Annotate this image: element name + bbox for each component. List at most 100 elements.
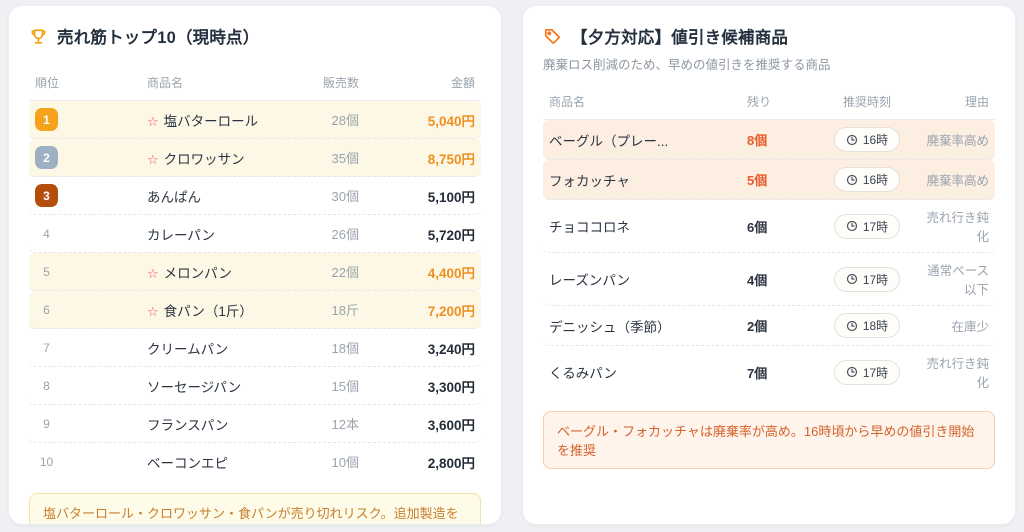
time-cell: 17時 xyxy=(811,359,923,385)
recommended-time-badge: 16時 xyxy=(833,167,901,192)
column-header-rank: 順位 xyxy=(35,76,60,90)
product-name: ☆ 塩バターロール xyxy=(147,113,259,129)
discount-row: デニッシュ（季節） 2個 18時 在庫少 xyxy=(543,306,995,346)
discount-row: チョココロネ 6個 17時 売れ行き鈍化 xyxy=(543,200,995,253)
rank-cell: 4 xyxy=(35,222,147,245)
discount-row: ベーグル（プレー... 8個 16時 廃棄率高め xyxy=(543,120,995,160)
product-name: カレーパン xyxy=(147,227,216,243)
sales-amount: 3,300円 xyxy=(427,379,475,395)
trophy-icon xyxy=(29,27,48,46)
clock-icon xyxy=(846,320,857,331)
time-cell: 17時 xyxy=(811,266,923,292)
discount-table-header: 商品名 残り 推奨時刻 理由 xyxy=(543,87,995,120)
remaining-count: 4個 xyxy=(747,272,768,288)
rank-badge: 2 xyxy=(35,146,58,169)
discount-advice-note: ベーグル・フォカッチャは廃棄率が高め。16時頃から早めの値引き開始を推奨 xyxy=(543,411,995,469)
price-tag-icon xyxy=(543,27,562,46)
remaining-count: 7個 xyxy=(747,365,768,381)
rank-cell: 9 xyxy=(35,412,147,435)
top-sellers-header: 売れ筋トップ10（現時点） xyxy=(29,24,481,48)
sales-count: 30個 xyxy=(331,189,359,204)
panel-title: 【夕方対応】値引き候補商品 xyxy=(571,29,789,47)
top-sellers-table: 1 ☆ 塩バターロール 28個 5,040円 2 ☆ クロワッサン 35個 8,75… xyxy=(29,101,481,480)
product-name: デニッシュ（季節） xyxy=(549,319,671,335)
discount-candidates-panel: 【夕方対応】値引き候補商品 廃棄ロス削減のため、早めの値引きを推奨する商品 商品… xyxy=(522,5,1016,525)
rank-cell: 5 xyxy=(35,260,147,283)
rank-cell: 3 xyxy=(35,184,147,207)
star-icon: ☆ xyxy=(147,303,159,319)
remaining-count: 6個 xyxy=(747,219,768,235)
rank-cell: 7 xyxy=(35,336,147,359)
clock-icon xyxy=(846,134,857,145)
sales-amount: 3,600円 xyxy=(427,417,475,433)
product-name: ソーセージパン xyxy=(147,379,242,395)
rank-cell: 10 xyxy=(35,450,147,473)
reason-label: 売れ行き鈍化 xyxy=(926,211,989,244)
product-name: ベーコンエピ xyxy=(147,455,228,471)
top-seller-row: 9 フランスパン 12本 3,600円 xyxy=(29,405,481,443)
sales-count: 15個 xyxy=(331,379,359,394)
rank-badge: 1 xyxy=(35,108,58,131)
rank-badge: 8 xyxy=(43,378,50,393)
sales-amount: 3,240円 xyxy=(427,341,475,357)
product-name: フォカッチャ xyxy=(549,173,630,189)
column-header-qty: 販売数 xyxy=(322,76,359,90)
clock-icon xyxy=(846,366,857,378)
product-name: ベーグル（プレー... xyxy=(549,133,669,149)
star-icon: ☆ xyxy=(147,151,159,167)
discount-row: フォカッチャ 5個 16時 廃棄率高め xyxy=(543,160,995,200)
product-name: クリームパン xyxy=(147,341,229,357)
sales-count: 35個 xyxy=(331,151,359,166)
clock-icon xyxy=(846,220,857,232)
product-name: ☆ 食パン（1斤） xyxy=(147,303,253,319)
rank-cell: 2 xyxy=(35,146,147,169)
rank-badge: 9 xyxy=(43,416,50,431)
top-seller-row: 4 カレーパン 26個 5,720円 xyxy=(29,215,481,253)
time-cell: 17時 xyxy=(811,213,923,239)
rank-cell: 6 xyxy=(35,298,147,321)
sales-amount: 5,720円 xyxy=(427,227,475,243)
product-name: チョココロネ xyxy=(549,220,630,235)
column-header-remaining: 残り xyxy=(747,95,772,109)
column-header-amount: 金額 xyxy=(450,76,475,90)
top-seller-row: 7 クリームパン 18個 3,240円 xyxy=(29,329,481,367)
sales-count: 22個 xyxy=(331,265,359,280)
sales-amount: 5,040円 xyxy=(427,113,475,129)
rank-badge: 5 xyxy=(43,264,50,279)
sales-count: 26個 xyxy=(331,227,359,242)
stockout-alert-note: 塩バターロール・クロワッサン・食パンが売り切れリスク。追加製造を検討 xyxy=(29,493,481,524)
sales-count: 18斤 xyxy=(331,303,359,318)
top-seller-row: 1 ☆ 塩バターロール 28個 5,040円 xyxy=(29,101,481,139)
remaining-count: 8個 xyxy=(747,133,768,148)
recommended-time-badge: 17時 xyxy=(833,359,901,385)
product-name: フランスパン xyxy=(147,417,229,433)
sales-count: 10個 xyxy=(331,455,359,470)
sales-amount: 4,400円 xyxy=(427,265,475,281)
column-header-reason: 理由 xyxy=(964,95,989,109)
rank-cell: 1 xyxy=(35,108,147,131)
time-cell: 16時 xyxy=(811,167,923,192)
discount-table: ベーグル（プレー... 8個 16時 廃棄率高め フォカッチャ 5個 16時 廃… xyxy=(543,120,995,398)
discount-row: レーズンパン 4個 17時 通常ペース以下 xyxy=(543,253,995,306)
top-seller-row: 10 ベーコンエピ 10個 2,800円 xyxy=(29,443,481,480)
sales-count: 28個 xyxy=(331,113,359,128)
column-header-time: 推奨時刻 xyxy=(842,95,891,109)
sales-count: 18個 xyxy=(331,341,359,356)
sales-amount: 2,800円 xyxy=(427,455,475,471)
top-seller-row: 5 ☆ メロンパン 22個 4,400円 xyxy=(29,253,481,291)
sales-amount: 7,200円 xyxy=(427,303,475,319)
clock-icon xyxy=(846,273,857,285)
sales-count: 12本 xyxy=(331,417,359,432)
discount-header: 【夕方対応】値引き候補商品 xyxy=(543,24,995,48)
reason-label: 廃棄率高め xyxy=(926,134,989,148)
rank-badge: 6 xyxy=(43,302,50,317)
time-cell: 16時 xyxy=(811,127,923,152)
bakery-dashboard: 売れ筋トップ10（現時点） 順位 商品名 販売数 金額 1 ☆ 塩バターロール 2… xyxy=(0,0,1024,530)
recommended-time-badge: 17時 xyxy=(833,266,901,292)
discount-row: くるみパン 7個 17時 売れ行き鈍化 xyxy=(543,346,995,398)
recommended-time-badge: 16時 xyxy=(833,127,901,152)
reason-label: 売れ行き鈍化 xyxy=(926,357,989,390)
top-seller-row: 6 ☆ 食パン（1斤） 18斤 7,200円 xyxy=(29,291,481,329)
product-name: ☆ メロンパン xyxy=(147,265,232,281)
remaining-count: 2個 xyxy=(747,319,768,334)
